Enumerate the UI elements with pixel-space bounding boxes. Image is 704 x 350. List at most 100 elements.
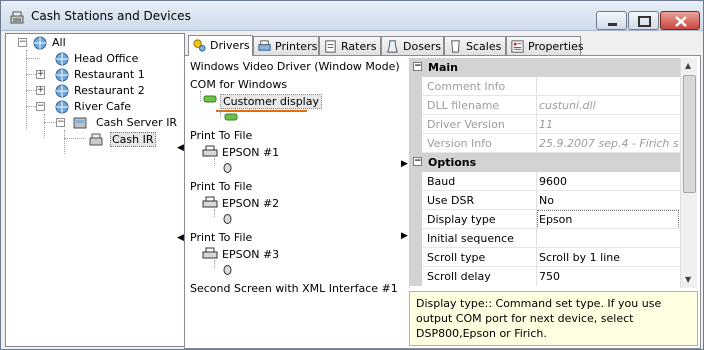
property-value[interactable]: Scroll by 1 line: [539, 251, 679, 264]
row-gutter: [410, 191, 422, 210]
driver-com-for-windows[interactable]: COM for Windows: [190, 78, 287, 91]
rater-icon: [325, 40, 336, 53]
driver-epson-3[interactable]: EPSON #3: [222, 248, 279, 261]
tree-item-all[interactable]: − All: [18, 35, 168, 51]
driver-epson-1[interactable]: EPSON #1: [222, 146, 279, 159]
property-row-dll-filename[interactable]: DLL filename custuni.dll: [410, 96, 681, 115]
tree-item-head-office[interactable]: Head Office: [40, 51, 180, 67]
tree-item-restaurant-2[interactable]: + Restaurant 2: [36, 83, 181, 99]
divider: [536, 191, 537, 210]
category-main[interactable]: − Main: [410, 58, 681, 77]
row-gutter: [410, 267, 422, 286]
mouse-icon: [223, 265, 232, 275]
row-gutter: [410, 115, 422, 134]
station-tree[interactable]: − All Head Office + Restaurant 1 + Resta…: [5, 33, 185, 347]
collapse-icon[interactable]: −: [56, 118, 65, 127]
property-name: Display type: [427, 213, 496, 226]
tree-line: [26, 58, 40, 59]
row-gutter: [410, 229, 422, 248]
tab-scales[interactable]: Scales: [444, 36, 506, 55]
property-row-display-type[interactable]: Display type Epson: [410, 210, 681, 229]
divider: [536, 77, 537, 96]
tree-item-label: Restaurant 2: [74, 84, 145, 97]
network-icon: [55, 52, 69, 66]
collapse-icon[interactable]: −: [36, 102, 45, 111]
title-bar[interactable]: Cash Stations and Devices: [1, 1, 703, 31]
property-description: Display type:: Command set type. If you …: [409, 291, 698, 346]
collapse-icon[interactable]: −: [413, 157, 422, 166]
collapse-icon[interactable]: −: [413, 62, 422, 71]
property-row-version-info[interactable]: Version Info 25.9.2007 sep.4 - Firich sc…: [410, 134, 681, 153]
tab-label: Dosers: [403, 40, 441, 53]
driver-epson-2[interactable]: EPSON #2: [222, 197, 279, 210]
category-options[interactable]: − Options: [410, 153, 681, 172]
tab-printers[interactable]: Printers: [253, 36, 319, 55]
main-window: Cash Stations and Devices − All Head Off…: [0, 0, 704, 350]
maximize-button[interactable]: [628, 11, 659, 30]
driver-customer-display[interactable]: Customer display: [220, 94, 322, 109]
category-label: Main: [428, 61, 458, 74]
network-icon: [33, 36, 47, 50]
minimize-icon: [608, 23, 617, 26]
property-row-scroll-delay[interactable]: Scroll delay 750: [410, 267, 681, 286]
property-row-initial-sequence[interactable]: Initial sequence: [410, 229, 681, 248]
property-row-use-dsr[interactable]: Use DSR No: [410, 191, 681, 210]
scrollbar-thumb[interactable]: [683, 75, 696, 193]
property-scrollbar[interactable]: ▲ ▼: [680, 58, 697, 288]
printer-icon: [202, 196, 218, 208]
mouse-icon: [223, 163, 232, 173]
tab-drivers[interactable]: Drivers: [188, 35, 253, 56]
collapse-left-arrow-icon[interactable]: ◀: [177, 233, 184, 243]
property-grid[interactable]: − Main Comment Info DLL filename custuni…: [409, 58, 681, 288]
expand-icon[interactable]: +: [36, 86, 45, 95]
tree-line: [64, 130, 65, 154]
tree-item-cash-ir[interactable]: Cash IR: [88, 131, 178, 147]
tree-line: [200, 91, 201, 101]
driver-print-to-file[interactable]: Print To File: [190, 129, 252, 142]
close-button[interactable]: [660, 11, 700, 30]
divider: [536, 134, 537, 153]
cash-register-icon: [89, 133, 103, 146]
property-value[interactable]: 9600: [539, 175, 679, 188]
tab-label: Printers: [275, 40, 318, 53]
network-icon: [55, 68, 69, 82]
driver-print-to-file[interactable]: Print To File: [190, 180, 252, 193]
tab-properties[interactable]: Properties: [506, 36, 584, 55]
driver-second-screen[interactable]: Second Screen with XML Interface #1: [190, 282, 398, 295]
tab-dosers[interactable]: Dosers: [381, 36, 444, 55]
tree-item-label: Head Office: [74, 52, 139, 65]
tree-item-river-cafe[interactable]: − River Cafe: [36, 99, 181, 115]
selection-underline: [216, 110, 307, 112]
driver-list[interactable]: Windows Video Driver (Window Mode) COM f…: [187, 58, 400, 347]
row-gutter: [410, 96, 422, 115]
mouse-icon: [223, 214, 232, 224]
tree-item-cash-server-ir[interactable]: − Cash Server IR: [56, 115, 184, 131]
tab-raters[interactable]: Raters: [319, 36, 381, 55]
scroll-down-icon[interactable]: ▼: [685, 275, 691, 284]
property-row-comment-info[interactable]: Comment Info: [410, 77, 681, 96]
property-value[interactable]: 750: [539, 270, 679, 283]
printer-icon: [202, 247, 218, 259]
tab-label: Drivers: [210, 39, 250, 52]
collapse-left-arrow-icon[interactable]: ◀: [177, 143, 184, 153]
driver-print-to-file[interactable]: Print To File: [190, 231, 252, 244]
driver-windows-video[interactable]: Windows Video Driver (Window Mode): [190, 60, 400, 73]
tree-line: [214, 158, 215, 166]
property-row-scroll-type[interactable]: Scroll type Scroll by 1 line: [410, 248, 681, 267]
property-value[interactable]: Epson: [539, 213, 679, 226]
scroll-up-icon[interactable]: ▲: [685, 61, 691, 70]
collapse-icon[interactable]: −: [18, 38, 27, 47]
expand-right-arrow-icon[interactable]: ▶: [401, 231, 408, 241]
expand-right-arrow-icon[interactable]: ▶: [401, 159, 408, 169]
row-gutter: [410, 134, 422, 153]
expand-icon[interactable]: +: [36, 70, 45, 79]
divider: [536, 96, 537, 115]
category-label: Options: [428, 156, 477, 169]
tree-item-restaurant-1[interactable]: + Restaurant 1: [36, 67, 181, 83]
property-row-baud[interactable]: Baud 9600: [410, 172, 681, 191]
minimize-button[interactable]: [596, 11, 627, 30]
tab-label: Raters: [341, 40, 377, 53]
printer-icon: [258, 40, 271, 51]
property-row-driver-version[interactable]: Driver Version 11: [410, 115, 681, 134]
property-value[interactable]: No: [539, 194, 679, 207]
